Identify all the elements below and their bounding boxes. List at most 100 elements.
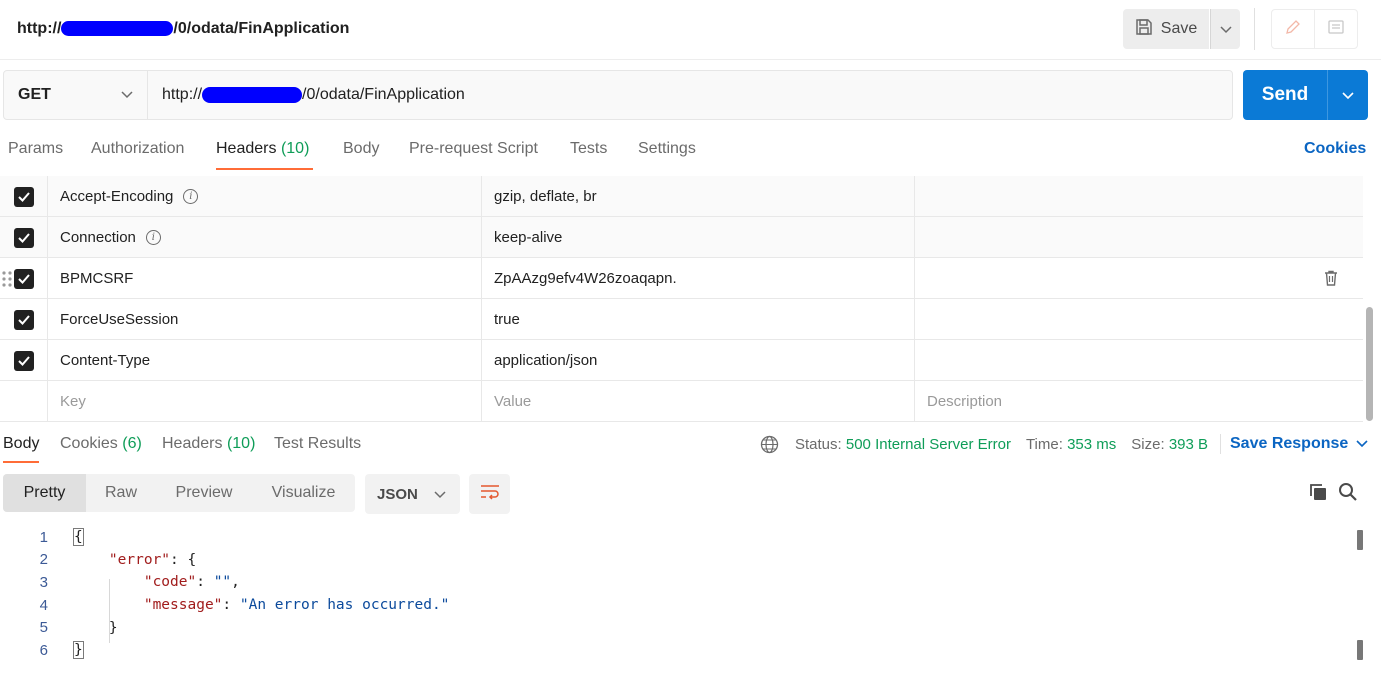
header-checkbox-cell [0,258,48,299]
new-header-description-input[interactable]: Description [915,381,1363,422]
response-tab-headers[interactable]: Headers (10) [162,435,255,453]
tab-prerequest-script[interactable]: Pre-request Script [409,140,538,158]
save-response-button[interactable]: Save Response [1230,435,1368,453]
pencil-icon [1284,18,1302,40]
mode-preview[interactable]: Preview [156,474,252,512]
header-checkbox[interactable] [13,350,34,371]
edit-button[interactable] [1272,10,1315,48]
header-value: ZpAAzg9efv4W26zoaqapn. [494,270,677,287]
info-icon[interactable]: i [145,230,161,245]
response-tab-body[interactable]: Body [3,435,39,453]
header-value-cell[interactable]: gzip, deflate, br [482,176,915,217]
header-key-cell[interactable]: Content-Type [48,340,482,381]
header-checkbox-cell [0,381,48,422]
editor-scrollbar-marker[interactable] [1357,530,1363,550]
header-row: ForceUseSession true [0,299,1363,340]
header-key-cell[interactable]: Connection i [48,217,482,258]
header-key-cell[interactable]: Accept-Encoding i [48,176,482,217]
header-description-cell[interactable] [915,217,1363,258]
mode-raw[interactable]: Raw [86,474,156,512]
header-checkbox[interactable] [13,186,34,207]
search-icon[interactable] [1338,482,1358,506]
trash-icon[interactable] [1324,270,1338,290]
response-body-editor[interactable]: 1 { 2 "error": { 3 "code": "", 4 "messag… [0,526,1360,683]
header-description-cell[interactable] [915,299,1363,340]
header-description-cell[interactable] [915,176,1363,217]
header-value: true [494,311,520,328]
header-key: Content-Type [60,352,151,369]
wrap-icon [480,484,500,504]
tab-settings[interactable]: Settings [638,140,696,158]
size-value[interactable]: 393 B [1169,436,1208,453]
request-title[interactable]: http:// /0/odata/FinApplication [17,20,349,38]
tab-tests[interactable]: Tests [570,140,607,158]
new-header-key-input[interactable]: Key [48,381,482,422]
tab-headers[interactable]: Headers (10) [216,140,309,158]
info-icon[interactable]: i [183,189,199,204]
globe-icon[interactable] [760,435,779,454]
header-value: gzip, deflate, br [494,188,597,205]
active-tab-indicator [216,168,313,170]
redacted-host [202,87,303,103]
response-tab-test-results[interactable]: Test Results [274,435,361,453]
response-status-area: Status: 500 Internal Server Error Time: … [760,434,1233,454]
header-checkbox[interactable] [13,268,34,289]
url-prefix: http:// [162,86,203,103]
response-tab-cookies-count: (6) [122,435,142,452]
save-dropdown-button[interactable] [1210,9,1240,49]
send-button[interactable]: Send [1243,70,1327,120]
save-button[interactable]: Save [1123,9,1209,49]
description-placeholder: Description [927,393,1003,410]
mode-visualize[interactable]: Visualize [252,474,355,512]
header-value-cell[interactable]: keep-alive [482,217,915,258]
value-placeholder: Value [494,393,532,410]
line-number: 1 [39,528,48,546]
line-number: 4 [39,596,48,614]
code-line: 5 } [0,616,1360,639]
code-line: 6 } [0,639,1360,662]
wrap-lines-button[interactable] [469,474,510,514]
header-value-cell[interactable]: true [482,299,915,340]
format-select[interactable]: JSON [365,474,460,514]
chevron-down-icon [1219,21,1232,38]
save-response-label: Save Response [1230,435,1349,452]
header-row: Accept-Encoding i gzip, deflate, br [0,176,1363,217]
header-checkbox[interactable] [13,309,34,330]
header-row: BPMCSRF ZpAAzg9efv4W26zoaqapn. [0,258,1363,299]
tab-authorization[interactable]: Authorization [91,140,184,158]
method-select[interactable]: GET [3,70,148,120]
code-text: "message": "An error has occurred." [143,597,450,614]
code-text: "error": { [108,551,197,568]
time-value[interactable]: 353 ms [1067,436,1116,453]
header-value-cell[interactable]: application/json [482,340,915,381]
url-input[interactable]: http:// /0/odata/FinApplication [147,70,1233,120]
send-button-group: Send [1243,70,1368,120]
save-icon [1135,18,1153,41]
send-dropdown-button[interactable] [1327,70,1368,120]
new-header-value-input[interactable]: Value [482,381,915,422]
mode-pretty[interactable]: Pretty [3,474,86,512]
tab-params[interactable]: Params [8,140,63,158]
header-key-cell[interactable]: BPMCSRF [48,258,482,299]
line-number: 6 [39,641,48,659]
status-value[interactable]: 500 Internal Server Error [846,436,1011,453]
editor-scrollbar-marker[interactable] [1357,640,1363,660]
header-description-cell[interactable] [915,258,1363,299]
documentation-button[interactable] [1315,10,1357,48]
brace: } [73,641,84,660]
header-checkbox[interactable] [13,227,34,248]
header-value-cell[interactable]: ZpAAzg9efv4W26zoaqapn. [482,258,915,299]
new-header-row: Key Value Description [0,381,1363,422]
cookies-link[interactable]: Cookies [1304,140,1366,158]
divider [1220,434,1222,454]
header-row: Connection i keep-alive [0,217,1363,258]
header-description-cell[interactable] [915,340,1363,381]
code-text: } [74,620,118,636]
key-placeholder: Key [60,393,86,410]
copy-icon[interactable] [1308,482,1328,506]
tab-body[interactable]: Body [343,140,379,158]
headers-scrollbar-thumb[interactable] [1366,307,1373,421]
active-response-tab-indicator [3,461,39,463]
response-tab-cookies[interactable]: Cookies (6) [60,435,142,453]
header-key-cell[interactable]: ForceUseSession [48,299,482,340]
